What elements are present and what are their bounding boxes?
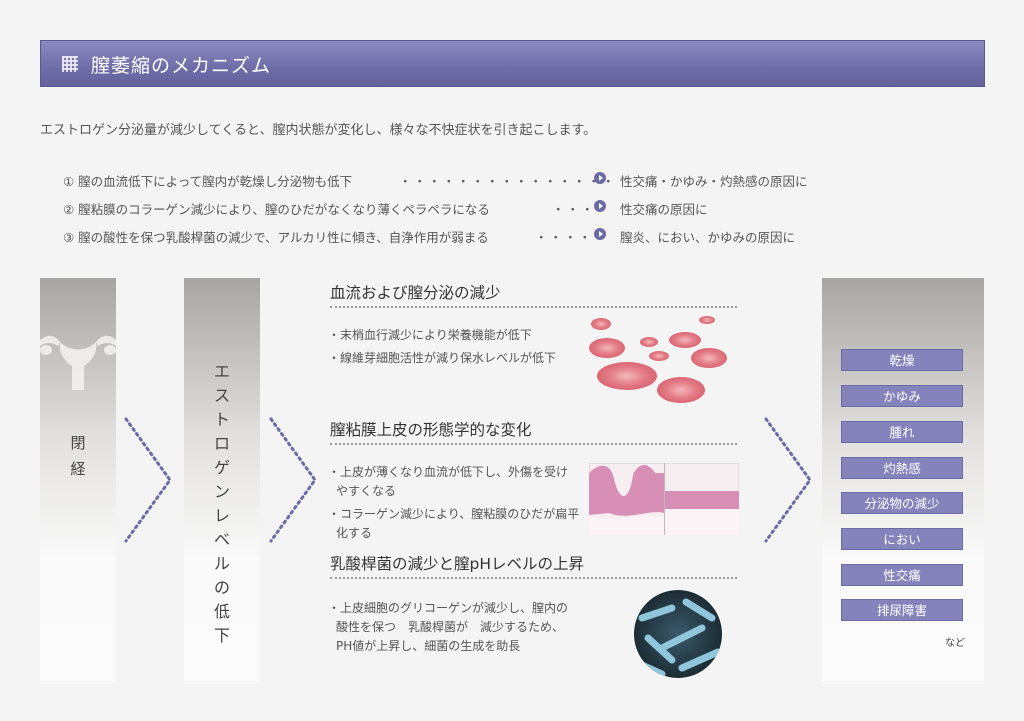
dot-leader: ・・・	[552, 202, 596, 217]
dotted-divider	[330, 577, 737, 579]
menopause-text: 閉経	[70, 434, 86, 478]
page-title: 膣萎縮のメカニズム	[91, 55, 272, 77]
cause-list: ① 膣の血流低下によって膣内が乾燥し分泌物も低下 ・・・・・・・・・・・・・・・…	[63, 171, 863, 255]
cause-item: ① 膣の血流低下によって膣内が乾燥し分泌物も低下 ・・・・・・・・・・・・・・・…	[63, 171, 863, 199]
bullet-text: ・末梢血行減少により栄養機能が低下	[328, 328, 532, 342]
chevron-right-icon	[269, 417, 317, 543]
blood-cells-image	[589, 316, 727, 403]
bullet-text: ・上皮が薄くなり血流が低下し、外傷を受け	[328, 465, 569, 479]
section-title: 膣粘膜上皮の形態学的な変化	[330, 421, 532, 439]
section-title: 血流および膣分泌の減少	[330, 284, 501, 302]
cause-result: 性交痛・かゆみ・灼熱感の原因に	[620, 174, 808, 189]
symptom-tag: におい	[841, 528, 963, 550]
dot-leader: ・・・・	[535, 230, 594, 245]
cause-text: ② 膣粘膜のコラーゲン減少により、膣のひだがなくなり薄くペラペラになる	[63, 202, 490, 217]
symptoms-note: など	[945, 638, 965, 649]
symptom-tag: かゆみ	[841, 385, 963, 407]
dot-leader: ・・・・・・・・・・・・・・・	[399, 174, 617, 189]
bullet-text: ・線維芽細胞活性が減り保水レベルが低下	[328, 351, 557, 365]
cause-result: 膣炎、におい、かゆみの原因に	[620, 230, 796, 245]
estrogen-text: エストロゲンレベルの低下	[213, 362, 230, 645]
cause-item: ② 膣粘膜のコラーゲン減少により、膣のひだがなくなり薄くペラペラになる ・・・ …	[63, 199, 863, 227]
dotted-divider	[330, 306, 737, 308]
bullet-text: ・上皮細胞のグリコーゲンが減少し、膣内の	[328, 601, 569, 615]
bullet-text: やすくなる	[336, 484, 397, 498]
estrogen-label: エストロゲンレベルの低下	[184, 360, 260, 648]
symptom-tag: 腫れ	[841, 421, 963, 443]
symptom-tag: 排尿障害	[841, 599, 963, 621]
section-title: 乳酸桿菌の減少と膣pHレベルの上昇	[330, 555, 584, 573]
dotted-divider	[330, 443, 737, 445]
symptom-tag: 灼熱感	[841, 457, 963, 479]
symptom-tag: 乾燥	[841, 349, 963, 371]
arrow-right-icon	[594, 228, 606, 240]
grid-icon	[62, 56, 78, 72]
cause-result: 性交痛の原因に	[620, 202, 708, 217]
cause-text: ① 膣の血流低下によって膣内が乾燥し分泌物も低下	[63, 174, 353, 189]
arrow-right-icon	[594, 200, 606, 212]
symptom-tag: 分泌物の減少	[841, 492, 963, 514]
menopause-label: 閉経	[40, 430, 116, 482]
bullet-text: PH値が上昇し、細菌の生成を助長	[336, 639, 521, 653]
bacteria-image	[634, 590, 722, 678]
bullet-text: ・コラーゲン減少により、膣粘膜のひだが扁平	[328, 507, 580, 521]
bullet-text: 化する	[336, 526, 373, 540]
chevron-right-icon	[764, 417, 812, 543]
uterus-icon	[40, 335, 116, 390]
intro-text: エストロゲン分泌量が減少してくると、膣内状態が変化し、様々な不快症状を引き起こし…	[40, 123, 597, 138]
mucosa-image	[589, 463, 739, 535]
section-header: 膣萎縮のメカニズム	[40, 40, 985, 87]
cause-text: ③ 膣の酸性を保つ乳酸桿菌の減少で、アルカリ性に傾き、自浄作用が弱まる	[63, 230, 489, 245]
symptom-tag: 性交痛	[841, 564, 963, 586]
chevron-right-icon	[124, 417, 172, 543]
arrow-right-icon	[594, 172, 606, 184]
bullet-text: 酸性を保つ 乳酸桿菌が 減少するため、	[336, 620, 565, 634]
cause-item: ③ 膣の酸性を保つ乳酸桿菌の減少で、アルカリ性に傾き、自浄作用が弱まる ・・・・…	[63, 227, 863, 255]
